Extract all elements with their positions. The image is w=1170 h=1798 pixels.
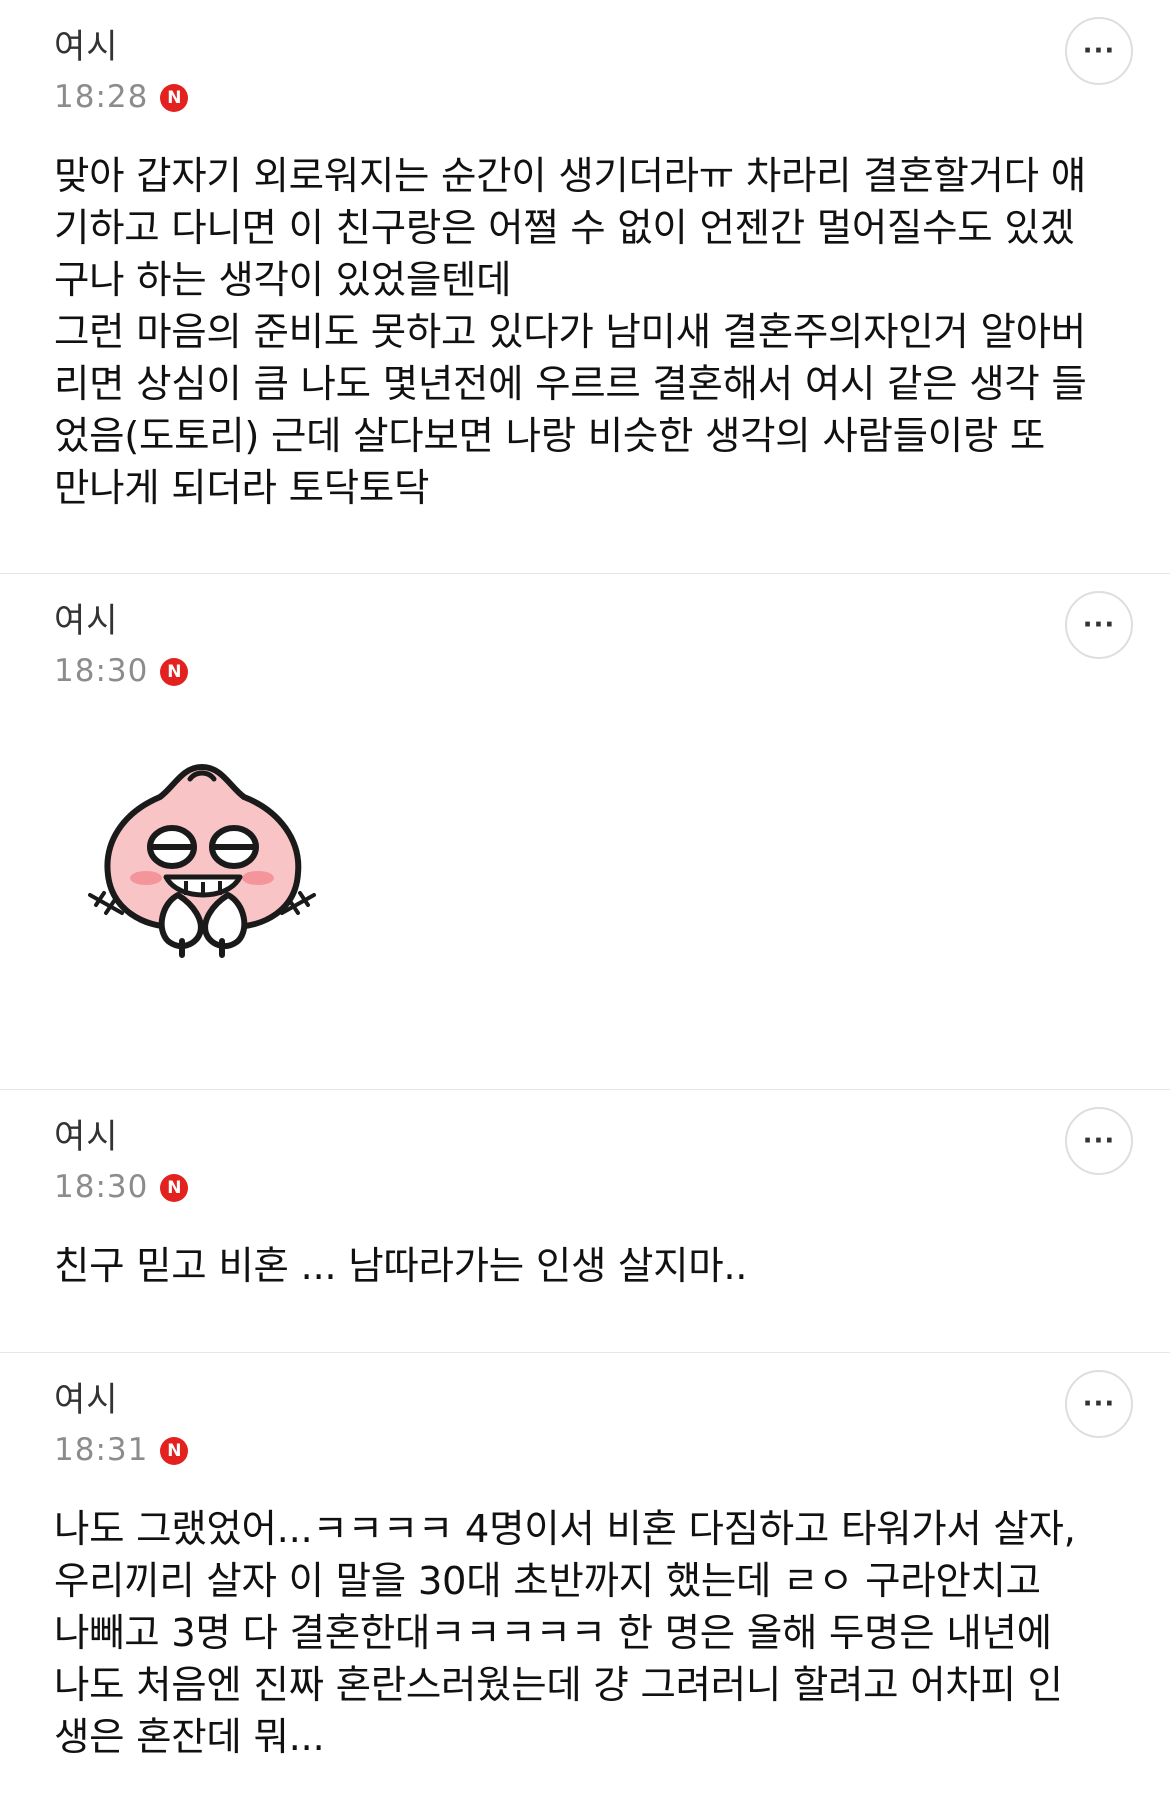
- comment-time: 18:31: [54, 1432, 149, 1468]
- comment-author[interactable]: 여시: [54, 1383, 1118, 1417]
- comment-meta: 18:30 N: [54, 1172, 1118, 1203]
- comment-item: 여시 18:28 N ··· 맞아 갑자기 외로워지는 순간이 생기더라ㅠ 차라…: [0, 0, 1170, 574]
- peach-character-sticker: [82, 745, 322, 975]
- comment-item: 여시 18:31 N ··· 나도 그랬었어...ㅋㅋㅋㅋ 4명이서 비혼 다짐…: [0, 1353, 1170, 1798]
- more-options-button[interactable]: ···: [1065, 591, 1133, 659]
- comment-author[interactable]: 여시: [54, 1120, 1118, 1154]
- comment-author[interactable]: 여시: [54, 30, 1118, 64]
- new-badge-icon: N: [160, 1173, 189, 1202]
- more-options-button[interactable]: ···: [1065, 1107, 1133, 1175]
- new-badge-icon: N: [160, 83, 189, 112]
- comment-time: 18:30: [54, 653, 149, 689]
- more-options-button[interactable]: ···: [1065, 1370, 1133, 1438]
- new-badge-icon: N: [160, 657, 189, 686]
- more-options-button[interactable]: ···: [1065, 17, 1133, 85]
- comment-meta: 18:30 N: [54, 656, 1118, 687]
- comment-meta: 18:28 N: [54, 82, 1118, 113]
- comment-time: 18:28: [54, 79, 149, 115]
- new-badge-icon: N: [160, 1436, 189, 1465]
- comment-time: 18:30: [54, 1169, 149, 1205]
- comment-author[interactable]: 여시: [54, 604, 1118, 638]
- comment-item: 여시 18:30 N ···: [0, 574, 1170, 1090]
- comment-text: 맞아 갑자기 외로워지는 순간이 생기더라ㅠ 차라리 결혼할거다 얘 기하고 다…: [54, 154, 1087, 511]
- comment-item: 여시 18:30 N ··· 친구 믿고 비혼 ... 남따라가는 인생 살지마…: [0, 1090, 1170, 1353]
- comment-meta: 18:31 N: [54, 1435, 1118, 1466]
- comment-text: 나도 그랬었어...ㅋㅋㅋㅋ 4명이서 비혼 다짐하고 타워가서 살자, 우리끼…: [54, 1507, 1076, 1760]
- comment-text: 친구 믿고 비혼 ... 남따라가는 인생 살지마..: [54, 1244, 748, 1289]
